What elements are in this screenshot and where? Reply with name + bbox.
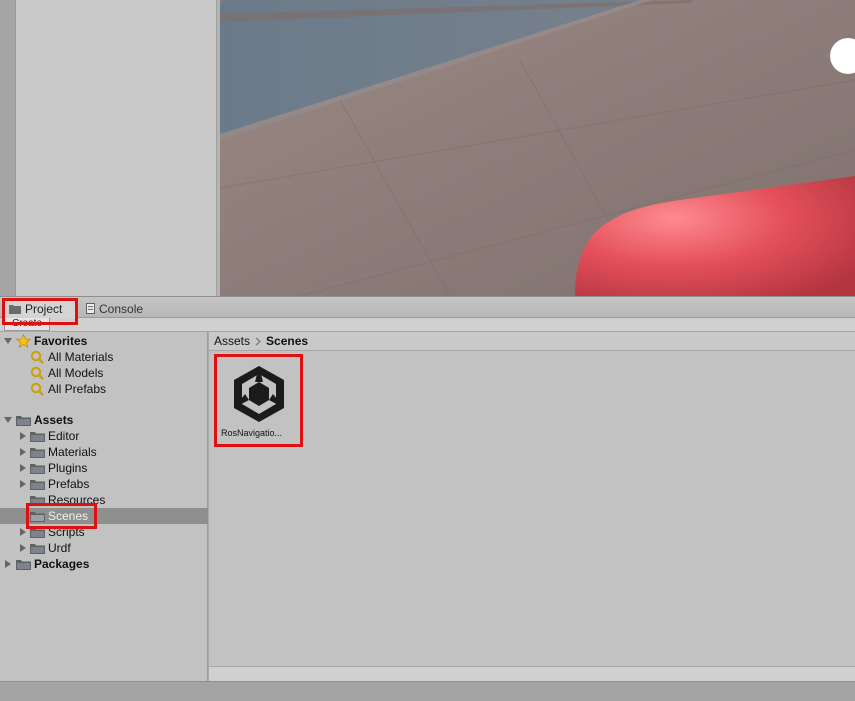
breadcrumb: Assets Scenes	[209, 332, 855, 351]
favorite-item-all-models[interactable]: All Models	[0, 365, 208, 381]
chevron-right-icon[interactable]	[20, 432, 26, 440]
tree-label: Scenes	[48, 509, 89, 523]
tree-label: Editor	[48, 429, 80, 443]
chevron-right-icon[interactable]	[20, 464, 26, 472]
tree-item-scripts[interactable]: Scripts	[0, 524, 208, 540]
folder-icon	[30, 432, 45, 442]
favorite-label: All Prefabs	[48, 382, 107, 396]
project-toolbar: Create	[0, 318, 855, 332]
folder-icon	[30, 480, 45, 490]
favorite-item-all-prefabs[interactable]: All Prefabs	[0, 381, 208, 397]
favorite-label: All Materials	[48, 350, 114, 364]
folder-icon	[16, 560, 31, 570]
tree-item-prefabs[interactable]: Prefabs	[0, 476, 208, 492]
folder-icon	[30, 496, 45, 506]
favorite-item-all-materials[interactable]: All Materials	[0, 349, 208, 365]
tree-label-favorites: Favorites	[34, 334, 88, 348]
tab-console[interactable]: Console	[80, 299, 149, 318]
tree-item-materials[interactable]: Materials	[0, 444, 208, 460]
tree-label: Materials	[48, 445, 97, 459]
folder-icon	[9, 305, 21, 314]
hierarchy-pane	[16, 0, 217, 296]
tree-label: Scripts	[48, 525, 85, 539]
chevron-right-icon[interactable]	[5, 560, 11, 568]
scene-view[interactable]	[220, 0, 855, 296]
tree-item-urdf[interactable]: Urdf	[0, 540, 208, 556]
tree-item-editor[interactable]: Editor	[0, 428, 208, 444]
tab-project-label: Project	[25, 302, 63, 316]
folder-icon	[30, 544, 45, 554]
search-icon	[30, 382, 44, 396]
tree-item-assets[interactable]: Assets	[0, 412, 208, 428]
asset-label: RosNavigatio...	[221, 428, 283, 438]
left-toolbar-strip	[0, 0, 16, 296]
unity-scene-icon	[234, 366, 284, 422]
asset-footer-bar	[209, 666, 855, 681]
console-icon	[86, 303, 95, 314]
tree-label: Urdf	[48, 541, 71, 555]
chevron-right-icon[interactable]	[20, 544, 26, 552]
folder-icon	[30, 448, 45, 458]
search-icon	[30, 366, 44, 380]
panel-tab-bar: Project Console	[0, 296, 855, 318]
search-icon	[30, 350, 44, 364]
tab-project[interactable]: Project	[2, 299, 76, 318]
asset-browser: Assets Scenes RosNavigatio...	[209, 332, 855, 681]
tree-label-assets: Assets	[34, 413, 74, 427]
tree-item-packages[interactable]: Packages	[0, 556, 208, 572]
chevron-right-icon[interactable]	[20, 480, 26, 488]
chevron-right-icon	[255, 337, 261, 345]
folder-icon	[30, 464, 45, 474]
tree-item-favorites[interactable]: Favorites	[0, 333, 208, 349]
tree-item-scenes[interactable]: Scenes	[0, 508, 208, 524]
breadcrumb-scenes[interactable]: Scenes	[266, 334, 308, 348]
tree-label: Plugins	[48, 461, 88, 475]
status-bar	[0, 681, 855, 701]
tree-item-plugins[interactable]: Plugins	[0, 460, 208, 476]
tab-console-label: Console	[99, 301, 144, 316]
favorite-label: All Models	[48, 366, 104, 380]
chevron-right-icon[interactable]	[20, 528, 26, 536]
tree-label: Prefabs	[48, 477, 90, 491]
unity-editor: Project Console Create Favorites All Mat…	[0, 0, 855, 701]
folder-icon	[30, 512, 45, 522]
tree-label-packages: Packages	[34, 557, 90, 571]
scene-render	[220, 0, 855, 296]
tree-label: Resources	[48, 493, 106, 507]
folder-icon	[30, 528, 45, 538]
chevron-down-icon[interactable]	[4, 417, 12, 423]
chevron-down-icon[interactable]	[4, 338, 12, 344]
folder-icon	[16, 416, 31, 426]
star-icon	[16, 334, 31, 348]
tree-item-resources[interactable]: Resources	[0, 492, 208, 508]
create-button[interactable]: Create	[4, 318, 51, 331]
project-tree: Favorites All Materials All Models All P…	[0, 332, 208, 681]
chevron-right-icon[interactable]	[20, 448, 26, 456]
asset-scene-file[interactable]: RosNavigatio...	[219, 362, 297, 440]
breadcrumb-assets[interactable]: Assets	[214, 334, 250, 348]
